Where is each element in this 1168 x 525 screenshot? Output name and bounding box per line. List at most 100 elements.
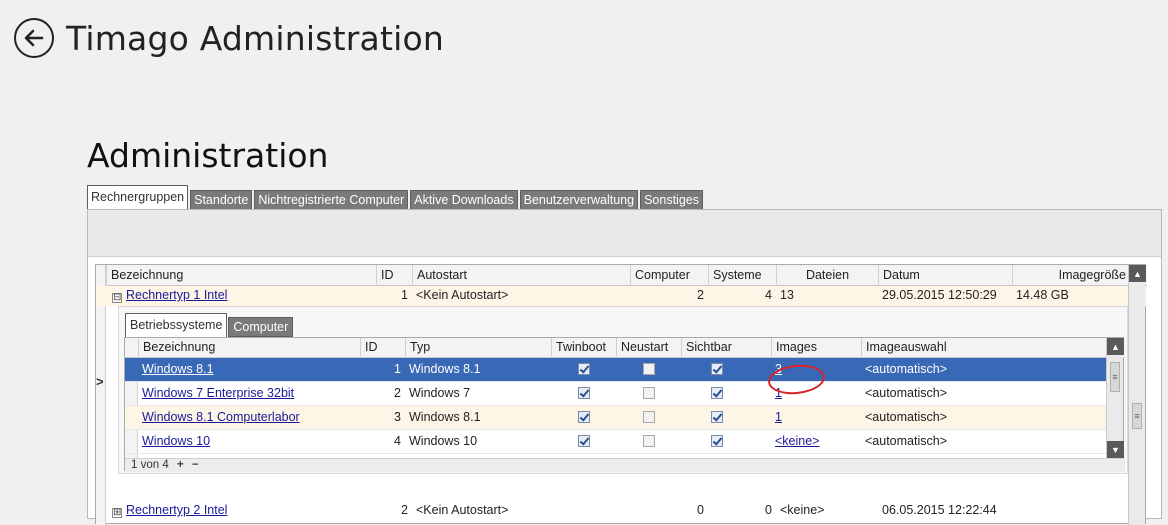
group-name-link[interactable]: Rechnertyp 1 Intel [126,288,227,302]
neustart-checkbox[interactable] [642,411,655,423]
arrow-left-icon [24,29,44,47]
table-row[interactable]: Windows 8.1 Computerlabor 3 Windows 8.1 … [125,406,1108,430]
imageauswahl-value[interactable]: <automatisch> [861,382,1108,406]
os-id: 4 [394,434,401,448]
group-id: 2 [401,503,408,517]
tab-computer[interactable]: Computer [228,317,294,337]
tab-benutzerverwaltung[interactable]: Benutzerverwaltung [519,190,639,210]
tab-rechnergruppen[interactable]: Rechnergruppen [87,185,189,210]
col-os-bezeichnung[interactable]: Bezeichnung [138,338,360,358]
current-row-icon: > [96,374,104,389]
imageauswahl-value[interactable]: <automatisch> [861,430,1108,454]
group-imagegroesse: 14.48 GB [1016,288,1069,302]
groups-grid-scrollbar[interactable]: ▲ ≡ [1128,265,1146,525]
col-computer[interactable]: Computer [630,265,708,286]
col-sichtbar[interactable]: Sichtbar [681,338,771,358]
os-name-link[interactable]: Windows 8.1 [142,362,214,376]
twinboot-checkbox[interactable] [577,363,590,375]
tab-betriebssysteme[interactable]: Betriebssysteme [125,313,228,337]
col-imagegroesse[interactable]: Imagegröße [1012,265,1130,286]
tab-panel: Bezeichnung ID Autostart Computer System… [87,209,1162,525]
sichtbar-checkbox[interactable] [711,363,723,375]
scroll-thumb[interactable]: ≡ [1110,362,1120,392]
back-button[interactable] [14,18,54,58]
twinboot-checkbox[interactable] [577,435,590,447]
group-id: 1 [401,288,408,302]
col-id[interactable]: ID [376,265,412,286]
neustart-checkbox[interactable] [642,387,655,399]
sichtbar-checkbox[interactable] [711,387,723,399]
twinboot-checkbox[interactable] [577,411,590,423]
app-title: Timago Administration [66,18,444,58]
tab-aktive-downloads[interactable]: Aktive Downloads [410,190,518,210]
col-autostart[interactable]: Autostart [412,265,630,286]
collapse-icon[interactable]: ⊟ [112,293,122,303]
sichtbar-checkbox[interactable] [711,411,723,423]
group-autostart: <Kein Autostart> [416,503,509,517]
groups-grid-header: Bezeichnung ID Autostart Computer System… [96,265,1147,286]
imageauswahl-value[interactable]: <automatisch> [861,406,1108,430]
col-twinboot[interactable]: Twinboot [551,338,616,358]
os-grid: Bezeichnung ID Typ Twinboot Neustart Sic… [124,337,1125,472]
col-os-id[interactable]: ID [360,338,405,358]
col-datum[interactable]: Datum [878,265,1012,286]
table-row[interactable]: Windows 10 4 Windows 10 <keine> <automat… [125,430,1108,454]
os-grid-pager: 1 von 4 + − [125,458,1125,472]
expand-icon[interactable]: ⊞ [112,508,122,518]
app-header: Timago Administration [14,18,444,58]
os-grid-header: Bezeichnung ID Typ Twinboot Neustart Sic… [125,338,1125,358]
group-systeme-count: 4 [765,288,772,302]
tab-sonstiges[interactable]: Sonstiges [640,190,703,210]
scroll-up-icon[interactable]: ▲ [1107,338,1124,355]
os-typ: Windows 10 [409,434,478,448]
group-datum: 06.05.2015 12:22:44 [882,503,997,517]
group-dateien: 13 [780,288,794,302]
os-name-link[interactable]: Windows 7 Enterprise 32bit [142,386,294,400]
scroll-down-icon[interactable]: ▼ [1107,441,1124,458]
pager-text: 1 von 4 [131,459,169,471]
col-images[interactable]: Images [771,338,861,358]
tab-standorte[interactable]: Standorte [190,190,253,210]
os-grid-scrollbar[interactable]: ▲ ≡ ▼ [1106,338,1124,458]
os-name-link[interactable]: Windows 8.1 Computerlabor [142,410,300,424]
groups-grid: Bezeichnung ID Autostart Computer System… [95,264,1147,525]
add-row-button[interactable]: + [177,459,184,471]
page-title: Administration [87,136,329,175]
scroll-thumb[interactable]: ≡ [1132,403,1142,429]
col-imageauswahl[interactable]: Imageauswahl [861,338,1108,358]
group-autostart: <Kein Autostart> [416,288,509,302]
group-computer-count: 0 [697,503,704,517]
table-row[interactable]: ⊞ Rechnertyp 2 Intel 2 <Kein Autostart> 0… [96,501,1147,521]
table-row[interactable]: ⊟ Rechnertyp 1 Intel 1 <Kein Autostart> 2… [96,286,1147,306]
os-typ: Windows 7 [409,386,471,400]
group-name-link[interactable]: Rechnertyp 2 Intel [126,503,227,517]
group-systeme-count: 0 [765,503,772,517]
neustart-checkbox[interactable] [642,363,655,375]
col-bezeichnung[interactable]: Bezeichnung [106,265,376,286]
main-tabs: Rechnergruppen Standorte Nichtregistrier… [87,184,705,210]
group-datum: 29.05.2015 12:50:29 [882,288,997,302]
col-os-typ[interactable]: Typ [405,338,551,358]
group-imagegroesse [1012,501,1130,521]
os-typ: Windows 8.1 [409,410,481,424]
group-dateien: <keine> [780,503,825,517]
os-name-link[interactable]: Windows 10 [142,434,210,448]
col-dateien[interactable]: Dateien [776,265,878,286]
group-computer-count: 2 [697,288,704,302]
sichtbar-checkbox[interactable] [711,435,723,447]
panel-toolbar [88,210,1161,257]
neustart-checkbox[interactable] [642,435,655,447]
col-systeme[interactable]: Systeme [708,265,776,286]
twinboot-checkbox[interactable] [577,387,590,399]
scroll-up-icon[interactable]: ▲ [1129,265,1146,282]
table-row[interactable]: Windows 8.1 1 Windows 8.1 3 <automatisch… [125,358,1108,382]
os-typ: Windows 8.1 [409,362,481,376]
col-neustart[interactable]: Neustart [616,338,681,358]
tab-nichtregistrierte-computer[interactable]: Nichtregistrierte Computer [254,190,409,210]
os-id: 1 [394,362,401,376]
remove-row-button[interactable]: − [192,459,199,471]
images-link[interactable]: <keine> [775,434,819,448]
table-row[interactable]: Windows 7 Enterprise 32bit 2 Windows 7 1… [125,382,1108,406]
images-link[interactable]: 1 [775,410,782,424]
imageauswahl-value[interactable]: <automatisch> [861,358,1108,382]
